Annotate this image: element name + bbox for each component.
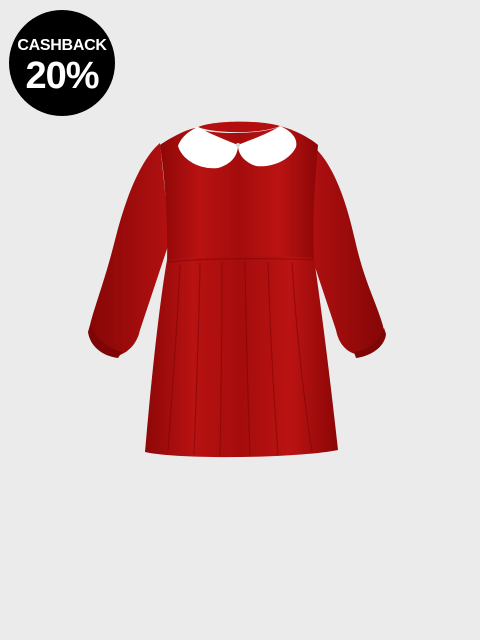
product-image-stage: CASHBACK 20%: [0, 0, 480, 640]
dress-left-sleeve: [89, 143, 170, 355]
cashback-badge: CASHBACK 20%: [9, 10, 115, 116]
dress-skirt: [145, 255, 338, 458]
cashback-value: 20%: [25, 55, 99, 97]
cashback-label: CASHBACK: [17, 37, 107, 54]
